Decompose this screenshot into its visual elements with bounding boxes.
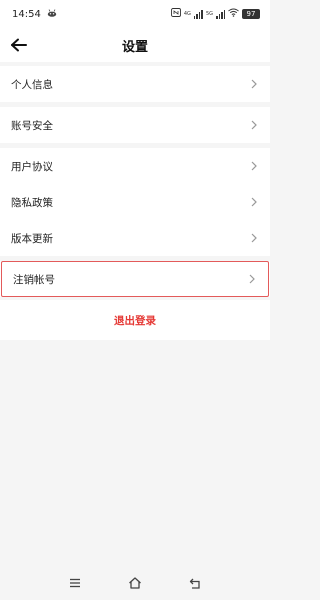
chevron-right-icon bbox=[249, 274, 255, 284]
settings-item-label: 注销帐号 bbox=[13, 273, 55, 286]
settings-item-label: 用户协议 bbox=[11, 160, 53, 173]
home-icon bbox=[129, 577, 141, 589]
nfc-icon bbox=[170, 8, 181, 20]
settings-item-user-agreement[interactable]: 用户协议 bbox=[0, 148, 270, 184]
system-nav-bar bbox=[0, 566, 270, 600]
settings-item-account-security[interactable]: 账号安全 bbox=[0, 107, 270, 143]
settings-group-profile: 个人信息 bbox=[0, 66, 270, 102]
header: 设置 bbox=[0, 28, 270, 62]
chevron-right-icon bbox=[251, 161, 257, 171]
chevron-right-icon bbox=[251, 197, 257, 207]
settings-item-version-update[interactable]: 版本更新 bbox=[0, 220, 270, 256]
chevron-right-icon bbox=[251, 120, 257, 130]
status-right: 4G 5G 97 bbox=[170, 8, 260, 20]
app-notification-icon bbox=[47, 8, 57, 20]
settings-group-about: 用户协议 隐私政策 版本更新 bbox=[0, 148, 270, 256]
network-type-1: 4G bbox=[183, 10, 191, 17]
chevron-right-icon bbox=[251, 233, 257, 243]
menu-icon bbox=[70, 578, 80, 588]
settings-item-cancel-account[interactable]: 注销帐号 bbox=[1, 261, 269, 297]
battery-icon: 97 bbox=[242, 9, 260, 19]
nav-back-button[interactable] bbox=[184, 572, 206, 594]
logout-row: 退出登录 bbox=[0, 300, 270, 340]
settings-item-label: 账号安全 bbox=[11, 119, 53, 132]
nav-home-button[interactable] bbox=[124, 572, 146, 594]
signal-icon-2 bbox=[216, 9, 225, 19]
signal-icon-1 bbox=[193, 9, 203, 19]
settings-item-privacy-policy[interactable]: 隐私政策 bbox=[0, 184, 270, 220]
settings-group-cancel: 注销帐号 bbox=[0, 261, 270, 297]
status-time: 14:54 bbox=[12, 8, 41, 20]
settings-item-label: 个人信息 bbox=[11, 78, 53, 91]
settings-item-label: 隐私政策 bbox=[11, 196, 53, 209]
nav-menu-button[interactable] bbox=[64, 572, 86, 594]
network-type-2: 5G bbox=[205, 10, 213, 17]
return-icon bbox=[189, 578, 200, 589]
settings-item-personal-info[interactable]: 个人信息 bbox=[0, 66, 270, 102]
settings-group-account: 账号安全 bbox=[0, 107, 270, 143]
chevron-right-icon bbox=[251, 79, 257, 89]
settings-item-label: 版本更新 bbox=[11, 232, 53, 245]
status-left: 14:54 bbox=[12, 9, 57, 20]
status-bar: 14:54 4G 5G 97 bbox=[0, 0, 270, 28]
wifi-icon bbox=[228, 8, 239, 20]
logout-button[interactable]: 退出登录 bbox=[114, 313, 156, 328]
page-title: 设置 bbox=[121, 40, 148, 55]
